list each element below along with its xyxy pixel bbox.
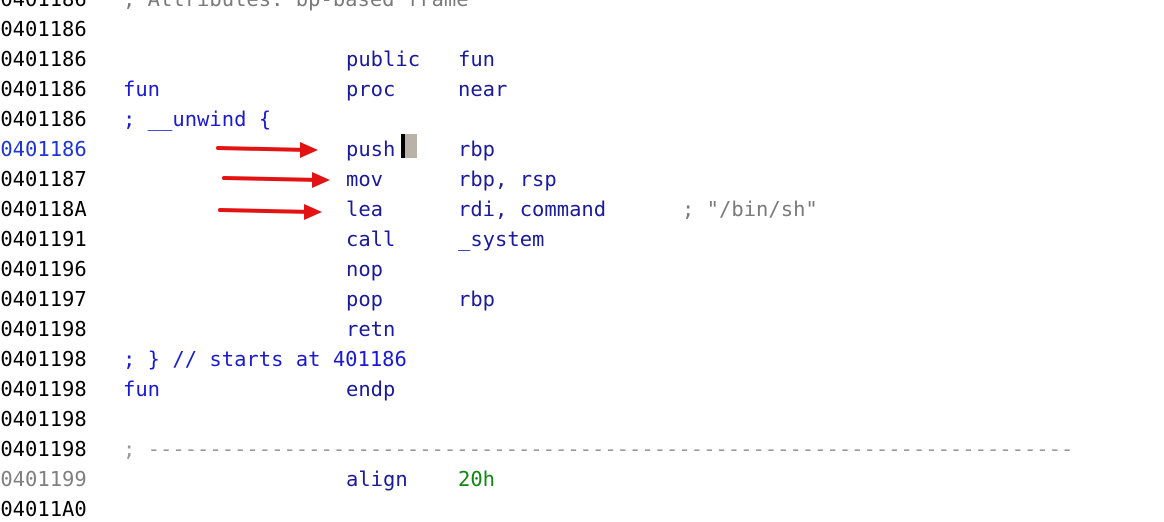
line-address[interactable]: 00401187 [0, 164, 87, 194]
instruction-operands[interactable]: rbp, rsp [458, 164, 557, 194]
line-comment: ; __unwind { [123, 107, 272, 131]
line-address[interactable]: 004011A0 [0, 494, 87, 522]
line-address[interactable]: 00401196 [0, 254, 87, 284]
instruction-mnemonic[interactable]: call [346, 224, 395, 254]
line-address[interactable]: 00401186 [0, 14, 87, 44]
function-name-label[interactable]: fun [123, 74, 160, 104]
instruction-mnemonic[interactable]: public [346, 44, 420, 74]
instruction-mnemonic[interactable]: retn [346, 314, 395, 344]
instruction-mnemonic[interactable]: lea [346, 194, 383, 224]
instruction-mnemonic[interactable]: nop [346, 254, 383, 284]
line-address[interactable]: 00401198 [0, 374, 87, 404]
line-comment: ; } // starts at 401186 [123, 347, 407, 371]
disasm-line[interactable]: 00401198 [0, 404, 1164, 434]
cursor-highlight [405, 134, 418, 158]
line-address[interactable]: 00401186 [0, 44, 87, 74]
disasm-line[interactable]: 00401198 retn [0, 314, 1164, 344]
line-address[interactable]: 00401198 [0, 404, 87, 434]
instruction-mnemonic[interactable]: proc [346, 74, 395, 104]
disasm-line[interactable]: 00401186 ; __unwind { [0, 104, 1164, 134]
instruction-operands[interactable]: near [458, 74, 507, 104]
disasm-line[interactable]: 004011A0 [0, 494, 1164, 522]
line-address[interactable]: 00401198 [0, 314, 87, 344]
instruction-mnemonic[interactable]: mov [346, 164, 383, 194]
disasm-line[interactable]: 00401186 [0, 14, 1164, 44]
instruction-mnemonic[interactable]: push [346, 134, 395, 164]
separator-line: ; --------------------------------------… [123, 437, 1074, 461]
disasm-line[interactable]: 0040118A lea rdi, command ; "/bin/sh" [0, 194, 1164, 224]
line-address[interactable]: 00401186 [0, 104, 87, 134]
instruction-mnemonic[interactable]: endp [346, 374, 395, 404]
line-address[interactable]: 00401199 [0, 464, 87, 494]
instruction-operands[interactable]: rdi, command [458, 194, 606, 224]
disassembly-listing: 00401186; Attributes: bp-based frame0040… [0, 0, 1164, 522]
disassembly-view[interactable]: 00401186; Attributes: bp-based frame0040… [0, 0, 1164, 522]
disasm-line[interactable]: 00401196 nop [0, 254, 1164, 284]
line-address[interactable]: 00401186 [0, 0, 87, 14]
line-address[interactable]: 00401197 [0, 284, 87, 314]
disasm-line[interactable]: 00401197 pop rbp [0, 284, 1164, 314]
line-address[interactable]: 00401191 [0, 224, 87, 254]
disasm-line[interactable]: 00401186 push rbp [0, 134, 1164, 164]
disasm-line[interactable]: 00401187 mov rbp, rsp [0, 164, 1164, 194]
disasm-line[interactable]: 00401198 ; } // starts at 401186 [0, 344, 1164, 374]
disasm-line[interactable]: 00401191 call _system [0, 224, 1164, 254]
line-address[interactable]: 00401198 [0, 434, 87, 464]
disasm-line[interactable]: 00401198 ; ------------------------------… [0, 434, 1164, 464]
string-comment: ; "/bin/sh" [682, 197, 818, 221]
line-address[interactable]: 00401186 [0, 74, 87, 104]
instruction-operands[interactable]: 20h [458, 464, 495, 494]
disasm-line[interactable]: 00401186 ; Attributes: bp-based frame [0, 0, 1164, 14]
instruction-mnemonic[interactable]: align [346, 464, 408, 494]
instruction-operands[interactable]: fun [458, 44, 495, 74]
instruction-mnemonic[interactable]: pop [346, 284, 383, 314]
line-address[interactable]: 0040118A [0, 194, 87, 224]
instruction-operands[interactable]: _system [458, 224, 544, 254]
line-address[interactable]: 00401198 [0, 344, 87, 374]
instruction-operands[interactable]: rbp [458, 284, 495, 314]
instruction-operands[interactable]: rbp [458, 134, 495, 164]
disasm-line[interactable]: 00401198 fun endp [0, 374, 1164, 404]
disasm-line[interactable]: 00401186 fun proc near [0, 74, 1164, 104]
disasm-line[interactable]: 00401199 align 20h [0, 464, 1164, 494]
function-name-label[interactable]: fun [123, 374, 160, 404]
line-address[interactable]: 00401186 [0, 134, 87, 164]
disasm-line[interactable]: 00401186 public fun [0, 44, 1164, 74]
line-comment: ; Attributes: bp-based frame [123, 0, 469, 14]
